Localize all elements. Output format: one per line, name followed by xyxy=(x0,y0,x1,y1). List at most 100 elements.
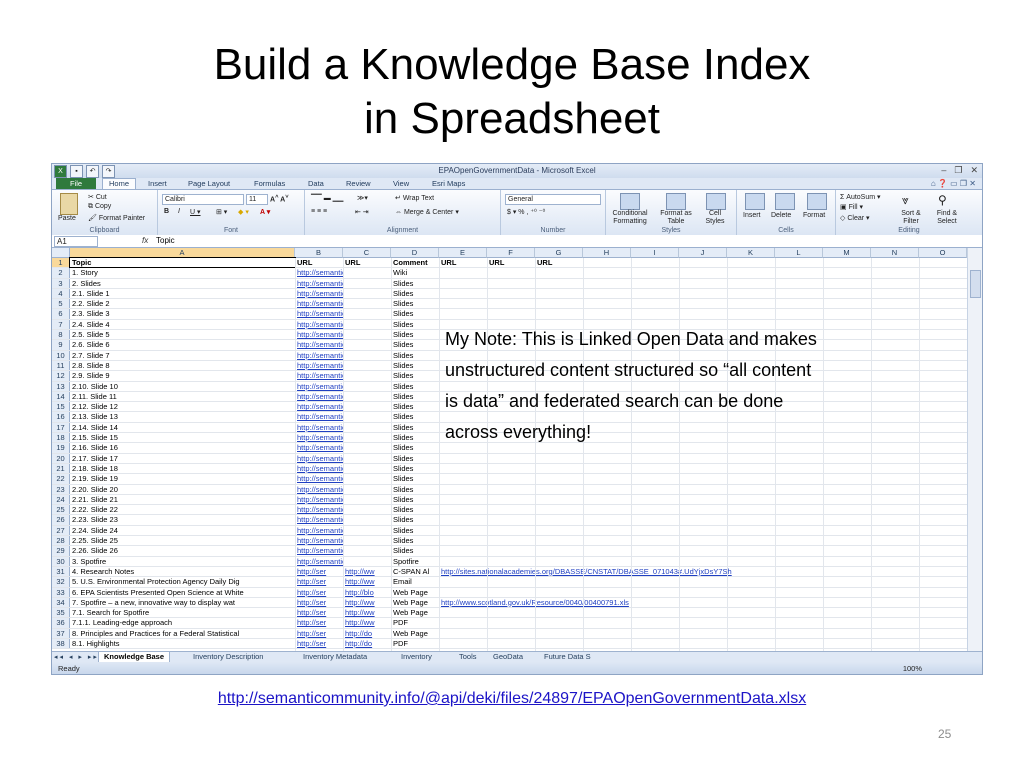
tab-view[interactable]: View xyxy=(393,179,409,188)
align-top-icon[interactable]: ▔▔ ▬ ▁▁ xyxy=(311,194,343,202)
cell-b[interactable]: http://ser xyxy=(295,629,343,638)
cell-d[interactable]: Comment xyxy=(391,258,439,267)
row-number[interactable]: 9 xyxy=(52,340,70,350)
cell-a[interactable]: 2.8. Slide 8 xyxy=(70,361,295,370)
sheet-tab-inventory-metadata[interactable]: Inventory Metadata xyxy=(298,652,372,662)
italic-icon[interactable]: I xyxy=(178,208,180,215)
cell-b[interactable]: http://ser xyxy=(295,567,343,576)
cell-b[interactable]: http://semanticomm xyxy=(295,340,343,349)
cell-d[interactable]: Slides xyxy=(391,464,439,473)
cell-a[interactable]: 2.4. Slide 4 xyxy=(70,320,295,329)
sheet-tab-inventory-description[interactable]: Inventory Description xyxy=(188,652,268,662)
cell-b[interactable]: http://ser xyxy=(295,598,343,607)
row-number[interactable]: 34 xyxy=(52,597,70,608)
clear-button[interactable]: ◇ Clear ▾ xyxy=(840,214,870,222)
cell-d[interactable]: Web Page xyxy=(391,588,439,597)
tab-formulas[interactable]: Formulas xyxy=(254,179,285,188)
minimize-icon[interactable]: – xyxy=(941,165,946,176)
cell-a[interactable]: 2.22. Slide 22 xyxy=(70,505,295,514)
find-select-button[interactable]: Find & Select xyxy=(930,210,964,226)
cell-d[interactable]: Slides xyxy=(391,546,439,555)
row-number[interactable]: 28 xyxy=(52,536,70,546)
align-left-icon[interactable]: ≡ ≡ ≡ xyxy=(311,208,327,215)
font-size-select[interactable]: 11 xyxy=(246,194,268,205)
cell-a[interactable]: 2.2. Slide 2 xyxy=(70,299,295,308)
borders-icon[interactable]: ⊞ ▾ xyxy=(216,208,227,216)
cell-b[interactable]: http://ser xyxy=(295,608,343,617)
row-number[interactable]: 27 xyxy=(52,525,70,536)
cell-b[interactable]: http://semanticomm xyxy=(295,474,343,483)
cell-c[interactable]: http://blo xyxy=(343,588,391,597)
cell-d[interactable]: PDF xyxy=(391,639,439,648)
cell-b[interactable]: http://semanticomm xyxy=(295,464,343,473)
column-header[interactable]: G xyxy=(535,248,583,258)
column-header[interactable]: B xyxy=(295,248,343,258)
cell-b[interactable]: http://semanticomm xyxy=(295,546,343,555)
cell-d[interactable]: Slides xyxy=(391,382,439,391)
cell-b[interactable]: http://semanticomm xyxy=(295,371,343,380)
row-number[interactable]: 8 xyxy=(52,330,70,340)
fx-icon[interactable]: fx xyxy=(142,236,148,245)
zoom-level[interactable]: 100% xyxy=(903,664,922,673)
name-box[interactable]: A1 xyxy=(54,236,98,247)
cell-a[interactable]: 6. EPA Scientists Presented Open Science… xyxy=(70,588,295,597)
font-name-select[interactable]: Calibri xyxy=(162,194,244,205)
tab-home[interactable]: Home xyxy=(102,178,137,189)
row-number[interactable]: 16 xyxy=(52,412,70,422)
font-color-icon[interactable]: A ▾ xyxy=(260,208,270,216)
row-number[interactable]: 7 xyxy=(52,319,70,330)
underline-icon[interactable]: U ▾ xyxy=(190,208,201,216)
cell-b[interactable]: http://semanticomm xyxy=(295,351,343,360)
fill-button[interactable]: ▣ Fill ▾ xyxy=(840,203,863,211)
worksheet-grid[interactable]: ABCDEFGHIJKLMNO 1 Topic URL URL Comment URL UR… xyxy=(52,248,982,651)
cell-b[interactable]: http://semanticomm xyxy=(295,330,343,339)
cell-styles-button[interactable]: Cell Styles xyxy=(700,210,730,226)
conditional-formatting-button[interactable]: Conditional Formatting xyxy=(610,210,650,226)
merge-center-button[interactable]: ⇔ Merge & Center ▾ xyxy=(395,208,459,216)
row-number[interactable]: 1 xyxy=(52,258,70,268)
cell-a[interactable]: 2.15. Slide 15 xyxy=(70,433,295,442)
cell-b[interactable]: http://ser xyxy=(295,618,343,627)
insert-button[interactable]: Insert xyxy=(743,212,761,219)
cell-a[interactable]: 4. Research Notes xyxy=(70,567,295,576)
vertical-scrollbar[interactable] xyxy=(967,248,982,651)
formula-input[interactable]: Topic xyxy=(156,236,175,245)
cell-b[interactable]: http://semanticomm xyxy=(295,515,343,524)
cell-d[interactable]: Slides xyxy=(391,443,439,452)
close-icon[interactable]: ✕ xyxy=(970,165,978,176)
sort-filter-button[interactable]: Sort & Filter xyxy=(896,210,926,226)
cell-b[interactable]: http://semanticomm xyxy=(295,526,343,535)
row-number[interactable]: 29 xyxy=(52,546,70,556)
cell-e[interactable]: http://www.scotland.gov.uk/Resource/0040… xyxy=(439,598,839,607)
format-as-table-button[interactable]: Format as Table xyxy=(658,210,694,226)
column-header[interactable]: N xyxy=(871,248,919,258)
grow-font-icon[interactable]: A˄ A˅ xyxy=(270,194,289,203)
cell-b[interactable]: http://semanticomm xyxy=(295,382,343,391)
sheet-tab-future-data[interactable]: Future Data S xyxy=(539,652,596,662)
cell-d[interactable]: Slides xyxy=(391,495,439,504)
cell-c[interactable]: http://ww xyxy=(343,577,391,586)
row-number[interactable]: 37 xyxy=(52,628,70,638)
cell-c[interactable]: http://do xyxy=(343,629,391,638)
cell-d[interactable]: Slides xyxy=(391,412,439,421)
cut-button[interactable]: ✂ Cut xyxy=(88,193,107,201)
row-number[interactable]: 3 xyxy=(52,278,70,288)
cell-b[interactable]: http://semanticomm xyxy=(295,505,343,514)
cell-d[interactable]: PDF xyxy=(391,618,439,627)
row-number[interactable]: 12 xyxy=(52,371,70,381)
column-header[interactable]: O xyxy=(919,248,967,258)
cell-b[interactable]: http://semanticomm xyxy=(295,268,343,277)
sheet-tab-tools[interactable]: Tools xyxy=(454,652,482,662)
row-number[interactable]: 24 xyxy=(52,494,70,505)
row-number[interactable]: 11 xyxy=(52,360,70,371)
cell-c[interactable]: http://ww xyxy=(343,608,391,617)
cell-c[interactable]: http://ww xyxy=(343,567,391,576)
cell-c[interactable]: URL xyxy=(343,258,391,267)
row-number[interactable]: 20 xyxy=(52,453,70,463)
row-number[interactable]: 25 xyxy=(52,505,70,515)
cell-d[interactable]: Slides xyxy=(391,454,439,463)
column-header[interactable]: A xyxy=(70,248,295,258)
cell-a[interactable]: 2.10. Slide 10 xyxy=(70,382,295,391)
select-all-corner[interactable] xyxy=(52,248,70,258)
sheet-tab-inventory[interactable]: Inventory xyxy=(396,652,437,662)
